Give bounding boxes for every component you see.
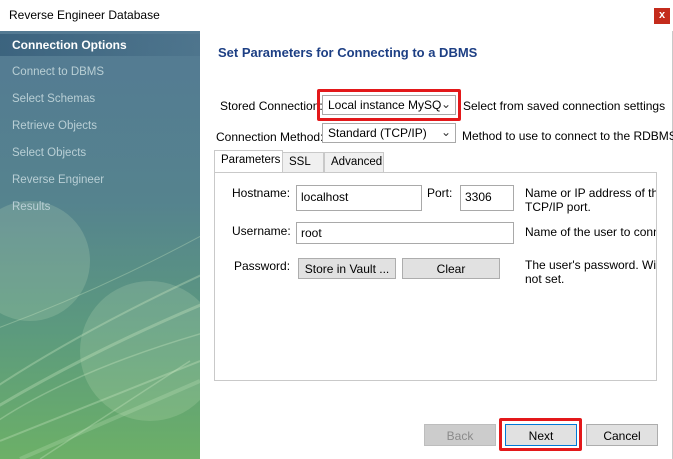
clear-password-button[interactable]: Clear [402,258,500,279]
password-desc-line2: not set. [525,272,565,286]
step-reverse-engineer: Reverse Engineer [12,174,105,186]
step-connect-to-dbms: Connect to DBMS [12,66,105,78]
hostname-desc-line1: Name or IP address of the [525,186,657,200]
connection-method-select[interactable]: Standard (TCP/IP) ⌄ [322,123,456,143]
window-title: Reverse Engineer Database [9,8,160,22]
close-button[interactable]: x [654,8,670,24]
username-description: Name of the user to conne [525,225,657,239]
hostname-description: Name or IP address of the TCP/IP port. [525,186,657,214]
hostname-input[interactable]: localhost [296,185,422,211]
stored-connection-label: Stored Connection: [220,99,323,113]
tab-ssl[interactable]: SSL [282,152,324,172]
store-in-vault-button[interactable]: Store in Vault ... [298,258,396,279]
hostname-value: localhost [301,190,349,204]
stored-connection-hint: Select from saved connection settings [463,99,666,113]
wizard-steps-sidebar: Connection Options Connect to DBMS Selec… [0,31,200,459]
cancel-button[interactable]: Cancel [586,424,658,446]
port-input[interactable]: 3306 [460,185,514,211]
connection-method-label: Connection Method: [216,130,324,144]
hostname-desc-line2: TCP/IP port. [525,200,591,214]
connection-method-hint: Method to use to connect to the RDBMS [462,129,673,143]
page-title: Set Parameters for Connecting to a DBMS [218,45,478,60]
step-select-schemas: Select Schemas [12,93,96,105]
step-select-objects: Select Objects [12,147,87,159]
password-label: Password: [234,259,291,273]
step-results: Results [12,201,51,213]
password-description: The user's password. Will b not set. [525,258,657,286]
username-label: Username: [232,224,291,238]
close-icon: x [658,9,666,21]
username-input[interactable]: root [296,222,514,244]
chevron-down-icon: ⌄ [440,125,451,139]
port-label: Port: [427,186,453,200]
parameters-panel: Hostname: localhost Port: 3306 Name or I… [214,172,657,381]
reverse-engineer-dialog: Reverse Engineer Database x Connection O… [0,0,673,459]
tab-parameters[interactable]: Parameters [214,150,283,173]
highlight-box-next [499,418,582,451]
tab-advanced[interactable]: Advanced [324,152,384,172]
username-value: root [301,226,322,240]
step-retrieve-objects: Retrieve Objects [12,120,98,132]
back-button[interactable]: Back [424,424,496,446]
connection-method-value: Standard (TCP/IP) [328,126,427,140]
password-desc-line1: The user's password. Will b [525,258,657,272]
port-value: 3306 [465,190,492,204]
hostname-label: Hostname: [232,186,291,200]
title-bar: Reverse Engineer Database x [0,0,673,31]
highlight-box-stored-connection [317,89,461,121]
step-connection-options: Connection Options [12,38,127,52]
